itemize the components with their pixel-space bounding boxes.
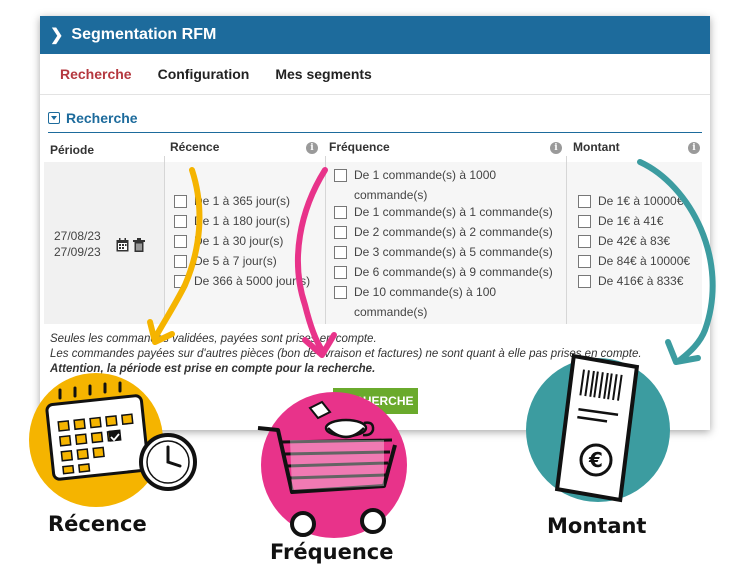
frequence-option[interactable]: De 1 commande(s) à 1000 commande(s) xyxy=(334,165,534,205)
info-icon[interactable]: i xyxy=(306,142,318,154)
column-header-recence: Récence xyxy=(170,140,220,154)
chevron-right-icon: ❯ xyxy=(50,27,64,44)
option-label: De 5 à 7 jour(s) xyxy=(194,254,277,268)
checkbox[interactable] xyxy=(334,266,347,279)
checkbox[interactable] xyxy=(174,275,187,288)
recence-option[interactable]: De 366 à 5000 jour(s) xyxy=(174,271,310,291)
option-label: De 1 à 30 jour(s) xyxy=(194,234,284,248)
option-label: De 1 commande(s) à 1 commande(s) xyxy=(354,205,553,219)
checkbox[interactable] xyxy=(578,255,591,268)
montant-option[interactable]: De 416€ à 833€ xyxy=(578,271,683,291)
svg-text:€: € xyxy=(588,448,603,472)
tab-bar: Recherche Configuration Mes segments xyxy=(40,54,710,95)
option-label: De 366 à 5000 jour(s) xyxy=(194,274,311,288)
frequence-option[interactable]: De 3 commande(s) à 5 commande(s) xyxy=(334,242,553,262)
recence-option[interactable]: De 1 à 30 jour(s) xyxy=(174,231,283,251)
recence-option[interactable]: De 5 à 7 jour(s) xyxy=(174,251,277,271)
period-actions xyxy=(116,238,145,252)
panel-header: ❯ Segmentation RFM xyxy=(40,16,710,54)
checkbox[interactable] xyxy=(334,169,347,182)
checkbox[interactable] xyxy=(174,235,187,248)
period-end: 27/09/23 xyxy=(54,245,101,259)
column-divider xyxy=(566,156,567,324)
period-start: 27/08/23 xyxy=(54,229,101,243)
column-header-montant: Montant xyxy=(573,140,620,154)
note-line: Seules les commandes validées, payées so… xyxy=(50,333,377,345)
tab-mes-segments[interactable]: Mes segments xyxy=(275,66,371,82)
frequence-option[interactable]: De 2 commande(s) à 2 commande(s) xyxy=(334,222,553,242)
notes: Seules les commandes validées, payées so… xyxy=(50,332,710,377)
panel-title: Segmentation RFM xyxy=(71,26,217,43)
column-divider xyxy=(325,156,326,324)
label-frequence: Fréquence xyxy=(270,540,394,564)
note-line: Les commandes payées sur d'autres pièces… xyxy=(50,348,642,360)
period-dates: 27/08/23 27/09/23 xyxy=(54,228,101,260)
label-recence: Récence xyxy=(48,512,147,536)
search-button[interactable]: RECHERCHE xyxy=(333,388,418,414)
checkbox[interactable] xyxy=(334,246,347,259)
frequence-option[interactable]: De 10 commande(s) à 100 commande(s) xyxy=(334,282,534,322)
montant-option[interactable]: De 1€ à 10000€ xyxy=(578,191,683,211)
tab-recherche[interactable]: Recherche xyxy=(60,66,132,82)
calendar-icon[interactable] xyxy=(116,238,129,252)
option-label: De 1€ à 41€ xyxy=(598,214,664,228)
option-label: De 1 à 365 jour(s) xyxy=(194,194,291,208)
option-label: De 84€ à 10000€ xyxy=(598,254,691,268)
checkbox[interactable] xyxy=(174,195,187,208)
note-line: Attention, la période est prise en compt… xyxy=(50,363,376,375)
rfm-panel: ❯ Segmentation RFM Recherche Configurati… xyxy=(40,16,710,430)
label-montant: Montant xyxy=(547,514,647,538)
section-title: Recherche xyxy=(66,110,138,126)
info-icon[interactable]: i xyxy=(550,142,562,154)
collapse-icon xyxy=(48,112,60,124)
checkbox[interactable] xyxy=(334,226,347,239)
option-label: De 3 commande(s) à 5 commande(s) xyxy=(354,245,553,259)
option-label: De 6 commande(s) à 9 commande(s) xyxy=(354,265,553,279)
montant-option[interactable]: De 1€ à 41€ xyxy=(578,211,663,231)
option-label: De 416€ à 833€ xyxy=(598,274,684,288)
checkbox[interactable] xyxy=(334,286,347,299)
checkbox[interactable] xyxy=(334,206,347,219)
option-label: De 2 commande(s) à 2 commande(s) xyxy=(354,225,553,239)
frequence-option[interactable]: De 1 commande(s) à 1 commande(s) xyxy=(334,202,553,222)
checkbox[interactable] xyxy=(174,255,187,268)
divider xyxy=(48,132,702,133)
option-label: De 1 à 180 jour(s) xyxy=(194,214,291,228)
trash-icon[interactable] xyxy=(133,238,145,252)
option-label: De 1 commande(s) à 1000 commande(s) xyxy=(354,168,497,202)
checkbox[interactable] xyxy=(174,215,187,228)
recence-option[interactable]: De 1 à 180 jour(s) xyxy=(174,211,290,231)
column-header-frequence: Fréquence xyxy=(329,140,390,154)
recence-option[interactable]: De 1 à 365 jour(s) xyxy=(174,191,290,211)
montant-option[interactable]: De 42€ à 83€ xyxy=(578,231,670,251)
option-label: De 1€ à 10000€ xyxy=(598,194,684,208)
checkbox[interactable] xyxy=(578,275,591,288)
info-icon[interactable]: i xyxy=(688,142,700,154)
option-label: De 42€ à 83€ xyxy=(598,234,671,248)
section-recherche-toggle[interactable]: Recherche xyxy=(48,110,138,126)
montant-option[interactable]: De 84€ à 10000€ xyxy=(578,251,690,271)
frequence-option[interactable]: De 6 commande(s) à 9 commande(s) xyxy=(334,262,553,282)
checkbox[interactable] xyxy=(578,215,591,228)
checkbox[interactable] xyxy=(578,195,591,208)
column-divider xyxy=(164,156,165,324)
tab-configuration[interactable]: Configuration xyxy=(158,66,250,82)
checkbox[interactable] xyxy=(578,235,591,248)
column-header-periode: Période xyxy=(50,143,95,157)
option-label: De 10 commande(s) à 100 commande(s) xyxy=(354,285,497,319)
